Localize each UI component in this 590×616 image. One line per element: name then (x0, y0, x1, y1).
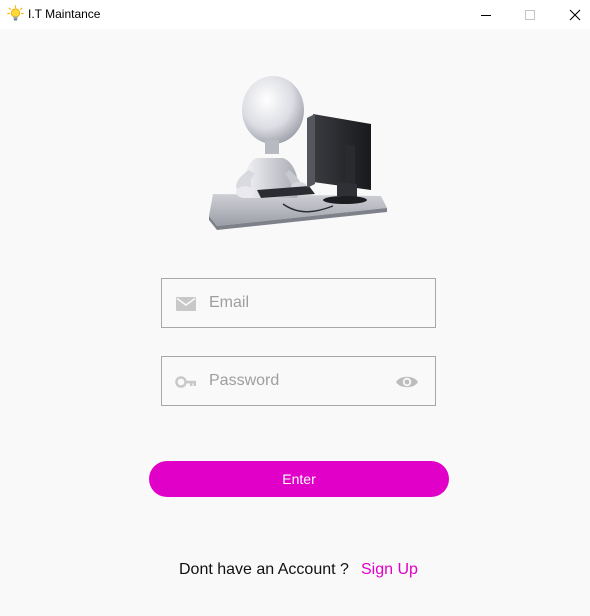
title-bar[interactable]: I.T Maintance (0, 0, 590, 29)
minimize-icon (481, 14, 491, 16)
maximize-button[interactable] (507, 0, 553, 29)
enter-button-label: Enter (282, 471, 316, 487)
maximize-icon (525, 9, 535, 20)
email-input[interactable] (209, 292, 389, 314)
mail-icon (176, 297, 196, 311)
eye-icon[interactable] (395, 371, 419, 393)
close-icon (569, 9, 581, 20)
enter-button[interactable]: Enter (149, 461, 449, 497)
close-button[interactable] (552, 0, 590, 29)
lightbulb-icon (7, 5, 24, 21)
app-window: I.T Maintance Email Enter Dont have an A… (0, 0, 590, 616)
signup-prompt: Dont have an Account ? (179, 561, 349, 578)
password-input[interactable] (209, 370, 389, 392)
minimize-button[interactable] (463, 0, 509, 29)
password-field[interactable] (161, 356, 436, 406)
sign-up-link[interactable]: Sign Up (361, 561, 418, 579)
key-icon (175, 376, 196, 388)
stick-figure-at-computer (209, 76, 387, 230)
window-title: I.T Maintance (28, 7, 101, 21)
email-field[interactable] (161, 278, 436, 328)
